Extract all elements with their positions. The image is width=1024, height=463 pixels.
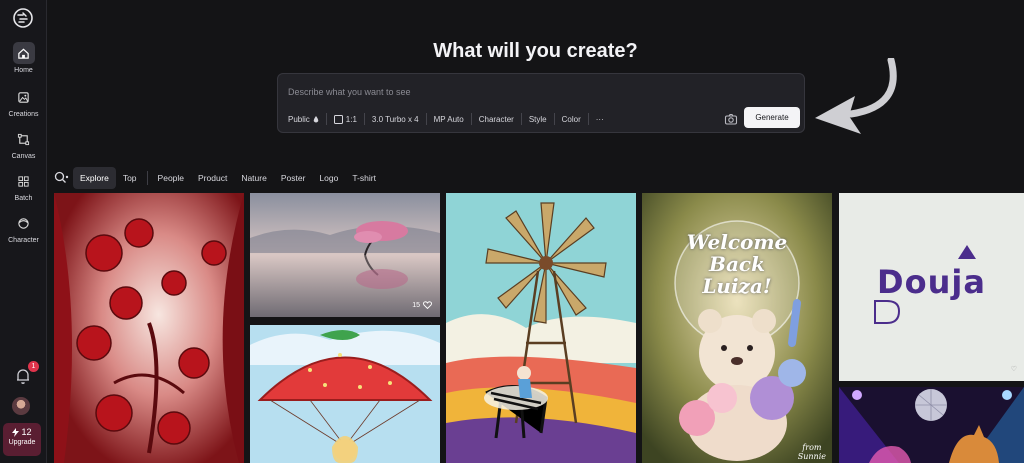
sidebar-item-label: Home (14, 67, 33, 74)
welcome-line-1: Welcome (686, 230, 788, 254)
upgrade-button[interactable]: 12 Upgrade (3, 423, 41, 456)
style-option[interactable]: Style (522, 115, 554, 124)
sidebar-item-label: Canvas (11, 153, 36, 160)
tab-logo[interactable]: Logo (312, 167, 345, 189)
main-area: What will you create? Public 1:1 3.0 Tur… (47, 0, 1024, 463)
more-options-button[interactable]: ··· (589, 115, 611, 124)
mp-option[interactable]: MP Auto (427, 115, 471, 124)
tab-product[interactable]: Product (191, 167, 234, 189)
character-option[interactable]: Character (472, 115, 521, 124)
like-counter[interactable]: 15 (412, 301, 432, 309)
tab-explore[interactable]: Explore (73, 167, 116, 189)
character-icon (13, 212, 35, 234)
sidebar-item-home[interactable]: Home (0, 42, 47, 74)
tab-top[interactable]: Top (116, 167, 144, 189)
prompt-box: Public 1:1 3.0 Turbo x 4 MP Auto Charact… (277, 73, 805, 133)
gallery-image-douja-logo[interactable]: ♡ Douja (839, 193, 1024, 381)
color-option[interactable]: Color (555, 115, 588, 124)
from-text: from Sunnie (798, 443, 826, 461)
gallery-image-windmill[interactable] (446, 193, 636, 463)
visibility-label: Public (288, 114, 310, 124)
welcome-line-3: Luiza! (702, 274, 772, 298)
visibility-option[interactable]: Public (288, 115, 326, 124)
gallery-image-strawberry[interactable] (250, 325, 440, 463)
app-logo-icon[interactable] (11, 6, 35, 30)
gallery-image-red-flowers[interactable] (54, 193, 244, 463)
sidebar-item-character[interactable]: Character (0, 212, 47, 244)
upgrade-label: Upgrade (8, 439, 36, 446)
gallery-image-lake-tree[interactable]: 15 (250, 193, 440, 317)
sidebar-item-label: Character (8, 237, 39, 244)
notification-badge: 1 (28, 361, 39, 372)
home-icon (12, 42, 35, 64)
avatar[interactable] (12, 397, 30, 415)
tab-poster[interactable]: Poster (274, 167, 313, 189)
aspect-ratio-option[interactable]: 1:1 (327, 114, 364, 124)
sidebar-item-label: Batch (14, 195, 33, 202)
sidebar-item-canvas[interactable]: Canvas (0, 128, 47, 160)
tab-nature[interactable]: Nature (234, 167, 274, 189)
batch-icon (13, 170, 35, 192)
model-option[interactable]: 3.0 Turbo x 4 (365, 115, 426, 124)
prompt-input[interactable] (288, 84, 708, 100)
annotation-arrow-icon (815, 58, 897, 134)
tab-tshirt[interactable]: T-shirt (345, 167, 383, 189)
sidebar-item-batch[interactable]: Batch (0, 170, 47, 202)
like-count: 15 (412, 301, 420, 309)
drop-icon (313, 115, 319, 122)
generate-button[interactable]: Generate (744, 107, 800, 128)
canvas-icon (13, 128, 35, 150)
sidebar-item-label: Creations (8, 111, 39, 118)
lightning-icon (12, 427, 20, 437)
upgrade-count: 12 (21, 427, 32, 437)
sidebar: Home Creations Canvas Batch Character 1 … (0, 0, 47, 463)
camera-icon[interactable] (724, 112, 738, 126)
sidebar-item-creations[interactable]: Creations (0, 86, 47, 118)
ratio-label: 1:1 (345, 114, 357, 124)
prompt-options: Public 1:1 3.0 Turbo x 4 MP Auto Charact… (288, 112, 611, 126)
gallery-image-teddy-bear[interactable]: Welcome Back Luiza! from Sunnie (642, 193, 832, 463)
welcome-text: Welcome Back Luiza! (642, 231, 832, 297)
square-icon (333, 114, 343, 124)
divider (146, 171, 148, 185)
heart-icon (423, 301, 432, 309)
from-line-1: from (802, 443, 822, 452)
image-icon (13, 86, 35, 108)
search-icon[interactable] (53, 170, 69, 186)
tab-people[interactable]: People (151, 167, 191, 189)
svg-text:♡: ♡ (1011, 365, 1017, 373)
from-line-2: Sunnie (797, 452, 826, 461)
filter-bar: Explore Top People Product Nature Poster… (53, 167, 383, 189)
douja-logo-text: Douja (877, 263, 986, 301)
welcome-line-2: Back (709, 252, 765, 276)
gallery-image-disco-cat[interactable] (839, 387, 1024, 463)
